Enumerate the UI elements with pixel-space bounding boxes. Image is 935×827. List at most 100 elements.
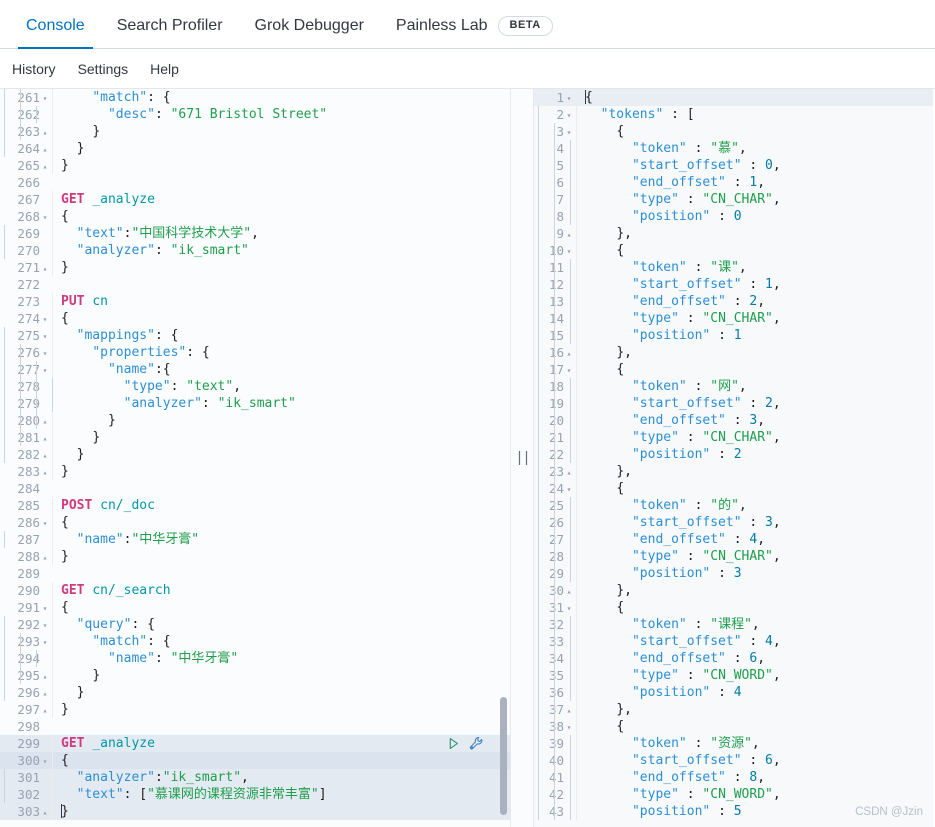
code-line[interactable]: 2 ▾ "tokens" : [ xyxy=(534,106,933,123)
code-line[interactable]: 38 ▾ { xyxy=(534,718,933,735)
code-line[interactable]: 276 ▾ "properties": { xyxy=(0,344,510,361)
code-line[interactable]: 41 "end_offset" : 8, xyxy=(534,769,933,786)
code-line[interactable]: 30 ▴ }, xyxy=(534,582,933,599)
code-line[interactable]: 33 "start_offset" : 4, xyxy=(534,633,933,650)
tab-console[interactable]: Console xyxy=(10,18,101,49)
code-line[interactable]: 297 ▴} xyxy=(0,701,510,718)
code-line[interactable]: 274 ▾ { xyxy=(0,310,510,327)
code-line[interactable]: 285 POST cn/_doc xyxy=(0,497,510,514)
code-line[interactable]: 19 "start_offset" : 2, xyxy=(534,395,933,412)
code-line[interactable]: 26 "start_offset" : 3, xyxy=(534,514,933,531)
code-line[interactable]: 29 "position" : 3 xyxy=(534,565,933,582)
code-line[interactable]: 271 ▴} xyxy=(0,259,510,276)
chevron-down-icon[interactable]: ▾ xyxy=(564,719,574,736)
code-line[interactable]: 302 "text": ["慕课网的课程资源非常丰富"] xyxy=(0,786,510,803)
response-code[interactable]: 1 ▾{2 ▾ "tokens" : [3 ▾ {4 "token" : "慕", 5 … xyxy=(534,89,933,820)
code-line[interactable]: 14 "type" : "CN_CHAR", xyxy=(534,310,933,327)
chevron-up-icon[interactable]: ▴ xyxy=(40,464,50,481)
code-line[interactable]: 294 "name": "中华牙膏" xyxy=(0,650,510,667)
code-line[interactable]: 10 ▾ { xyxy=(534,242,933,259)
code-line[interactable]: 5 "start_offset" : 0, xyxy=(534,157,933,174)
chevron-up-icon[interactable]: ▴ xyxy=(40,685,50,702)
chevron-up-icon[interactable]: ▴ xyxy=(40,668,50,685)
code-line[interactable]: 20 "end_offset" : 3, xyxy=(534,412,933,429)
code-line[interactable]: 281 ▴ } xyxy=(0,429,510,446)
code-line[interactable]: 286 ▾ { xyxy=(0,514,510,531)
response-pane[interactable]: 1 ▾{2 ▾ "tokens" : [3 ▾ {4 "token" : "慕", 5 … xyxy=(534,89,933,827)
code-line[interactable]: 279 "analyzer": "ik_smart" xyxy=(0,395,510,412)
code-line[interactable]: 3 ▾ { xyxy=(534,123,933,140)
code-line[interactable]: 24 ▾ { xyxy=(534,480,933,497)
code-line[interactable]: 31 ▾ { xyxy=(534,599,933,616)
chevron-up-icon[interactable]: ▴ xyxy=(564,464,574,481)
code-line[interactable]: 284 xyxy=(0,480,510,497)
chevron-down-icon[interactable]: ▾ xyxy=(40,600,50,617)
code-line[interactable]: 296 ▴ } xyxy=(0,684,510,701)
pane-splitter[interactable]: || xyxy=(510,89,534,827)
code-line[interactable]: 268 ▾ { xyxy=(0,208,510,225)
chevron-up-icon[interactable]: ▴ xyxy=(564,583,574,600)
chevron-up-icon[interactable]: ▴ xyxy=(40,260,50,277)
request-editor-code[interactable]: 261 ▾ "match": {262 "desc": "671 Bristol … xyxy=(0,89,510,820)
chevron-up-icon[interactable]: ▴ xyxy=(40,430,50,447)
code-line[interactable]: 39 "token" : "资源", xyxy=(534,735,933,752)
code-line[interactable]: 278 "type": "text", xyxy=(0,378,510,395)
code-line[interactable]: 292 ▾ "query": { xyxy=(0,616,510,633)
code-line[interactable]: 7 "type" : "CN_CHAR", xyxy=(534,191,933,208)
code-line[interactable]: 1 ▾ { xyxy=(534,89,933,106)
chevron-up-icon[interactable]: ▴ xyxy=(564,345,574,362)
code-line[interactable]: 35 "type" : "CN_WORD", xyxy=(534,667,933,684)
code-line[interactable]: 28 "type" : "CN_CHAR", xyxy=(534,548,933,565)
code-line[interactable]: 265 ▴} xyxy=(0,157,510,174)
code-line[interactable]: 25 "token" : "的", xyxy=(534,497,933,514)
code-line[interactable]: 16 ▴ }, xyxy=(534,344,933,361)
code-line[interactable]: 270 "analyzer": "ik_smart" xyxy=(0,242,510,259)
wrench-icon[interactable] xyxy=(469,736,484,751)
code-line[interactable]: 280 ▴ } xyxy=(0,412,510,429)
code-line[interactable]: 301 "analyzer":"ik_smart", xyxy=(0,769,510,786)
request-editor-scrollbar[interactable] xyxy=(500,697,507,815)
chevron-down-icon[interactable]: ▾ xyxy=(564,481,574,498)
code-line[interactable]: 283 ▴} xyxy=(0,463,510,480)
chevron-down-icon[interactable]: ▾ xyxy=(40,515,50,532)
request-editor-pane[interactable]: 261 ▾ "match": {262 "desc": "671 Bristol … xyxy=(0,89,510,827)
code-line[interactable]: 27 "end_offset" : 4, xyxy=(534,531,933,548)
code-line[interactable]: 261 ▾ "match": { xyxy=(0,89,510,106)
code-line[interactable]: 303 ▴} xyxy=(0,803,510,820)
code-line[interactable]: 266 xyxy=(0,174,510,191)
chevron-down-icon[interactable]: ▾ xyxy=(564,600,574,617)
play-icon[interactable] xyxy=(447,737,460,750)
code-line[interactable]: 295 ▴ } xyxy=(0,667,510,684)
subnav-item-help[interactable]: Help xyxy=(150,61,179,77)
chevron-up-icon[interactable]: ▴ xyxy=(40,158,50,175)
chevron-up-icon[interactable]: ▴ xyxy=(40,702,50,719)
code-line[interactable]: 22 "position" : 2 xyxy=(534,446,933,463)
chevron-up-icon[interactable]: ▴ xyxy=(564,702,574,719)
code-line[interactable]: 36 "position" : 4 xyxy=(534,684,933,701)
chevron-up-icon[interactable]: ▴ xyxy=(40,413,50,430)
tab-painless-lab[interactable]: Painless Lab xyxy=(380,18,504,48)
chevron-down-icon[interactable]: ▾ xyxy=(40,209,50,226)
chevron-up-icon[interactable]: ▴ xyxy=(40,549,50,566)
chevron-up-icon[interactable]: ▴ xyxy=(40,804,50,821)
chevron-down-icon[interactable]: ▾ xyxy=(40,345,50,362)
chevron-down-icon[interactable]: ▾ xyxy=(564,124,574,141)
chevron-down-icon[interactable]: ▾ xyxy=(564,90,574,107)
tab-search-profiler[interactable]: Search Profiler xyxy=(101,18,239,48)
code-line[interactable]: 293 ▾ "match": { xyxy=(0,633,510,650)
chevron-up-icon[interactable]: ▴ xyxy=(40,124,50,141)
code-line[interactable]: 40 "start_offset" : 6, xyxy=(534,752,933,769)
chevron-down-icon[interactable]: ▾ xyxy=(564,243,574,260)
code-line[interactable]: 15 "position" : 1 xyxy=(534,327,933,344)
code-line[interactable]: 288 ▴} xyxy=(0,548,510,565)
chevron-up-icon[interactable]: ▴ xyxy=(564,226,574,243)
code-line[interactable]: 12 "start_offset" : 1, xyxy=(534,276,933,293)
code-line[interactable]: 299 GET _analyze xyxy=(0,735,510,752)
code-line[interactable]: 290 GET cn/_search xyxy=(0,582,510,599)
code-line[interactable]: 6 "end_offset" : 1, xyxy=(534,174,933,191)
chevron-down-icon[interactable]: ▾ xyxy=(40,753,50,770)
code-line[interactable]: 282 ▴ } xyxy=(0,446,510,463)
code-line[interactable]: 8 "position" : 0 xyxy=(534,208,933,225)
chevron-down-icon[interactable]: ▾ xyxy=(564,107,574,124)
subnav-item-settings[interactable]: Settings xyxy=(78,61,129,77)
